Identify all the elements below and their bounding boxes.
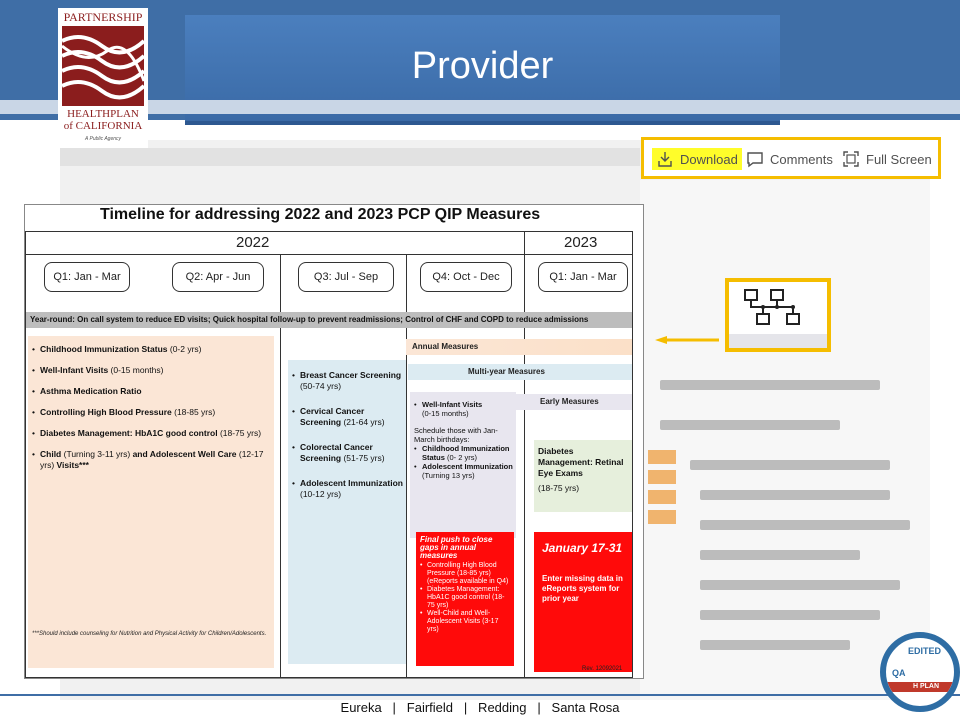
quarter-box: Q1: Jan - Mar (44, 262, 130, 292)
year-round-bar: Year-round: On call system to reduce ED … (26, 312, 632, 328)
sitemap-icon-callout (725, 278, 831, 352)
annual-arrow: Annual Measures (406, 339, 632, 355)
fullscreen-label: Full Screen (866, 151, 932, 167)
final-push-text: Final push to close gaps in annual measu… (420, 535, 509, 634)
list-item: Well-Infant Visits (0-15 months) (32, 365, 272, 376)
list-item: Colorectal Cancer Screening (51-75 yrs) (292, 442, 404, 464)
footer-line (0, 694, 960, 696)
page-title: Provider (411, 45, 554, 87)
timeline-grid: 2022 2023 Q1: Jan - Mar Q2: Apr - Jun Q3… (25, 231, 633, 678)
quarter-box: Q2: Apr - Jun (172, 262, 264, 292)
annual-list: Childhood Immunization Status (0-2 yrs) … (32, 344, 272, 481)
logo-text-top: PARTNERSHIP (63, 10, 143, 24)
list-item: Breast Cancer Screening (50-74 yrs) (292, 370, 404, 392)
logo-text-bottom: HEALTHPLAN of CALIFORNIA (63, 108, 143, 132)
logo-subtext: A Public Agency (84, 136, 122, 142)
list-item: Cervical Cancer Screening (21-64 yrs) (292, 406, 404, 428)
footnote: ***Should include counseling for Nutriti… (32, 631, 267, 637)
comment-icon (747, 152, 763, 168)
revision-label: Rev. 12092021 (582, 666, 623, 672)
download-label: Download (680, 151, 738, 167)
multi-year-list: Breast Cancer Screening (50-74 yrs) Cerv… (292, 370, 404, 510)
slide-title: Timeline for addressing 2022 and 2023 PC… (100, 206, 541, 223)
fullscreen-button[interactable]: Full Screen (842, 148, 932, 170)
list-item: Child (Turning 3-11 yrs) and Adolescent … (32, 449, 272, 471)
background-panel (640, 180, 930, 700)
quarter-box: Q4: Oct - Dec (420, 262, 512, 292)
pointer-arrow (655, 336, 719, 344)
comments-button[interactable]: Comments (746, 148, 833, 170)
accreditation-badge: EDITED QA H PLAN (880, 632, 960, 712)
background-nav (60, 148, 640, 166)
list-item: Controlling High Blood Pressure (18-85 y… (32, 407, 272, 418)
download-button[interactable]: Download (652, 148, 742, 170)
list-item: Adolescent Immunization (10-12 yrs) (292, 478, 404, 500)
logo-mark (61, 26, 146, 106)
comments-label: Comments (770, 151, 833, 167)
quarter-box: Q1: Jan - Mar (538, 262, 628, 292)
quarter-box: Q3: Jul - Sep (298, 262, 394, 292)
logo: PARTNERSHIP HEALTHPLAN of CALIFORNIA A P… (58, 8, 148, 148)
fullscreen-icon (843, 151, 859, 167)
multi-year-arrow: Multi-year Measures (408, 364, 632, 380)
year-2022: 2022 (236, 234, 270, 251)
document-toolbar: Download Comments Full Screen (641, 137, 941, 179)
footer-locations: Eureka | Fairfield | Redding | Santa Ros… (340, 700, 620, 715)
list-item: Asthma Medication Ratio (32, 386, 272, 397)
list-item: Diabetes Management: HbA1C good control … (32, 428, 272, 439)
year-2023: 2023 (564, 234, 598, 251)
diabetes-eye-text: Diabetes Management: Retinal Eye Exams (… (538, 446, 624, 493)
early-measures: • Well-Infant Visits (0-15 months) Schedul… (414, 400, 513, 480)
download-icon (658, 152, 672, 167)
sitemap-icon (744, 289, 800, 325)
list-item: Childhood Immunization Status (0-2 yrs) (32, 344, 272, 355)
january-text: Enter missing data in eReports system fo… (542, 574, 623, 603)
january-title: January 17-31 (542, 541, 623, 555)
